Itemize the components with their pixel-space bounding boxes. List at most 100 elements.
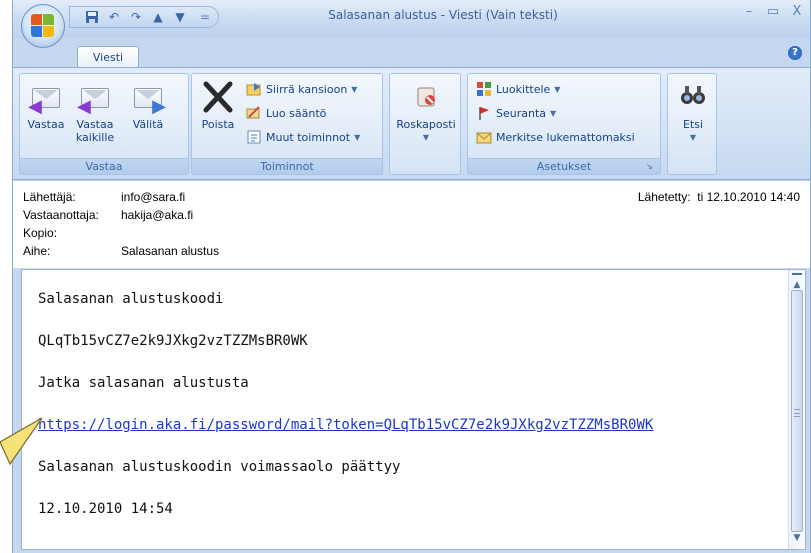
group-find: Etsi ▼ <box>667 73 717 175</box>
dropdown-arrow-icon: ▼ <box>354 132 361 142</box>
message-body-text: Salasanan alustuskoodi QLqTb15vCZ7e2k9JX… <box>38 282 653 534</box>
other-actions-label: Muut toiminnot <box>266 130 351 144</box>
subject-row: Aihe: Salasanan alustus <box>23 244 219 258</box>
minimize-icon[interactable]: – <box>742 4 756 20</box>
tab-viesti[interactable]: Viesti <box>77 46 139 68</box>
reply-all-icon: ◀ <box>77 80 113 116</box>
folder-move-icon <box>246 81 262 97</box>
vertical-scrollbar[interactable]: ▲ ▼ <box>788 270 805 549</box>
dropdown-arrow-icon: ▼ <box>554 84 561 94</box>
other-actions-button[interactable]: Muut toiminnot ▼ <box>246 128 360 146</box>
categorize-label: Luokittele <box>496 82 551 96</box>
group-label-asetukset: Asetukset <box>468 158 660 174</box>
reply-button[interactable]: ◀ Vastaa <box>24 80 68 131</box>
forward-label: Välitä <box>132 118 164 131</box>
to-label: Vastaanottaja: <box>23 208 99 222</box>
rule-icon <box>246 105 262 121</box>
subject-label: Aihe: <box>23 244 51 258</box>
forward-button[interactable]: ▶ Välitä <box>124 80 172 131</box>
office-button[interactable] <box>21 4 65 48</box>
dropdown-arrow-icon: ▼ <box>689 133 697 142</box>
help-icon[interactable]: ? <box>788 46 802 60</box>
maximize-icon[interactable]: ▭ <box>766 4 780 20</box>
group-junk: Roskaposti ▼ <box>389 73 461 175</box>
follow-up-label: Seuranta <box>496 106 547 120</box>
find-button[interactable]: Etsi ▼ <box>672 80 714 144</box>
follow-up-button[interactable]: Seuranta ▼ <box>476 104 556 122</box>
body-line-continue: Jatka salasanan alustusta <box>38 375 249 391</box>
group-label-toiminnot: Toiminnot <box>192 158 382 174</box>
junk-mail-label: Roskaposti <box>396 118 456 131</box>
junk-mail-button[interactable]: Roskaposti ▼ <box>394 80 458 144</box>
from-row: Lähettäjä: info@sara.fi <box>23 190 185 204</box>
create-rule-button[interactable]: Luo sääntö <box>246 104 326 122</box>
grip-icon <box>794 409 800 417</box>
from-value[interactable]: info@sara.fi <box>121 190 185 204</box>
reply-icon: ◀ <box>28 80 64 116</box>
redo-icon[interactable]: ↷ <box>128 9 144 25</box>
sent-value: ti 12.10.2010 14:40 <box>697 190 800 204</box>
create-rule-label: Luo sääntö <box>266 106 327 120</box>
split-handle-icon[interactable] <box>792 273 802 275</box>
ribbon-tab-row: Viesti ? <box>13 38 810 68</box>
previous-item-icon[interactable]: ▲ <box>150 9 166 25</box>
message-body[interactable]: Salasanan alustuskoodi QLqTb15vCZ7e2k9JX… <box>21 269 806 550</box>
mark-unread-button[interactable]: Merkitse lukemattomaksi <box>476 128 635 146</box>
close-icon[interactable]: X <box>790 4 804 20</box>
reply-all-label-2: kaikille <box>75 131 115 144</box>
binoculars-icon <box>675 80 711 114</box>
find-label: Etsi <box>682 118 704 131</box>
undo-icon[interactable]: ↶ <box>106 9 122 25</box>
to-row: Vastaanottaja: hakija@aka.fi <box>23 208 193 222</box>
expiry-time: 12.10.2010 14:54 <box>38 501 173 517</box>
dropdown-arrow-icon: ▼ <box>351 84 358 94</box>
junk-mail-icon <box>408 80 444 114</box>
quick-access-toolbar: ↶ ↷ ▲ ▼ = <box>69 6 219 28</box>
window-title: Salasanan alustus - Viesti (Vain teksti) <box>328 8 558 22</box>
save-icon[interactable] <box>84 9 100 25</box>
delete-x-icon <box>200 80 236 114</box>
reply-all-label-1: Vastaa <box>76 118 114 131</box>
body-line-heading: Salasanan alustuskoodi <box>38 291 224 307</box>
message-header: Lähettäjä: info@sara.fi Lähetetty: ti 12.… <box>13 181 810 269</box>
categorize-button[interactable]: Luokittele ▼ <box>476 80 560 98</box>
delete-label: Poista <box>201 118 235 131</box>
subject-value: Salasanan alustus <box>121 244 220 258</box>
outlook-message-window: ↶ ↷ ▲ ▼ = Salasanan alustus - Viesti (Va… <box>12 0 811 553</box>
reply-label: Vastaa <box>27 118 65 131</box>
to-value[interactable]: hakija@aka.fi <box>121 208 193 222</box>
from-label: Lähettäjä: <box>23 190 76 204</box>
group-vastaa: ◀ Vastaa ◀ Vastaa kaikille ▶ Välitä Vast… <box>19 73 189 175</box>
body-line-expiry-text: Salasanan alustuskoodin voimassaolo päät… <box>38 459 401 475</box>
categorize-icon <box>476 81 492 97</box>
window-controls: – ▭ X <box>742 4 804 20</box>
ribbon: ◀ Vastaa ◀ Vastaa kaikille ▶ Välitä Vast… <box>13 67 810 180</box>
move-to-folder-button[interactable]: Siirrä kansioon ▼ <box>246 80 357 98</box>
dialog-launcher-icon[interactable]: ↘ <box>646 162 656 172</box>
scrollbar-thumb[interactable] <box>791 290 803 532</box>
delete-button[interactable]: Poista <box>196 80 240 131</box>
cc-label: Kopio: <box>23 226 58 240</box>
group-toiminnot: Poista Siirrä kansioon ▼ Luo sääntö Muut… <box>191 73 383 175</box>
group-asetukset: Luokittele ▼ Seuranta ▼ Merkitse lukemat… <box>467 73 661 175</box>
mark-unread-icon <box>476 129 492 145</box>
dropdown-arrow-icon: ▼ <box>550 108 557 118</box>
customize-qat-icon[interactable]: = <box>200 10 210 24</box>
dropdown-arrow-icon: ▼ <box>422 133 430 142</box>
group-label-vastaa: Vastaa <box>20 158 188 174</box>
reset-code: QLqTb15vCZ7e2k9JXkg2vzTZZMsBR0WK <box>38 333 308 349</box>
reset-link[interactable]: https://login.aka.fi/password/mail?token… <box>38 417 653 433</box>
forward-icon: ▶ <box>130 80 166 116</box>
flag-icon <box>476 105 492 121</box>
title-bar: ↶ ↷ ▲ ▼ = Salasanan alustus - Viesti (Va… <box>13 0 810 48</box>
cc-row: Kopio: <box>23 226 121 240</box>
move-to-folder-label: Siirrä kansioon <box>266 82 348 96</box>
next-item-icon[interactable]: ▼ <box>172 9 188 25</box>
scroll-down-icon[interactable]: ▼ <box>790 531 804 545</box>
office-logo-icon <box>31 14 55 38</box>
mark-unread-label: Merkitse lukemattomaksi <box>496 130 635 144</box>
other-actions-icon <box>246 129 262 145</box>
sent-row: Lähetetty: ti 12.10.2010 14:40 <box>638 190 800 204</box>
reply-all-button[interactable]: ◀ Vastaa kaikille <box>70 80 120 144</box>
sent-label: Lähetetty: <box>637 190 691 204</box>
